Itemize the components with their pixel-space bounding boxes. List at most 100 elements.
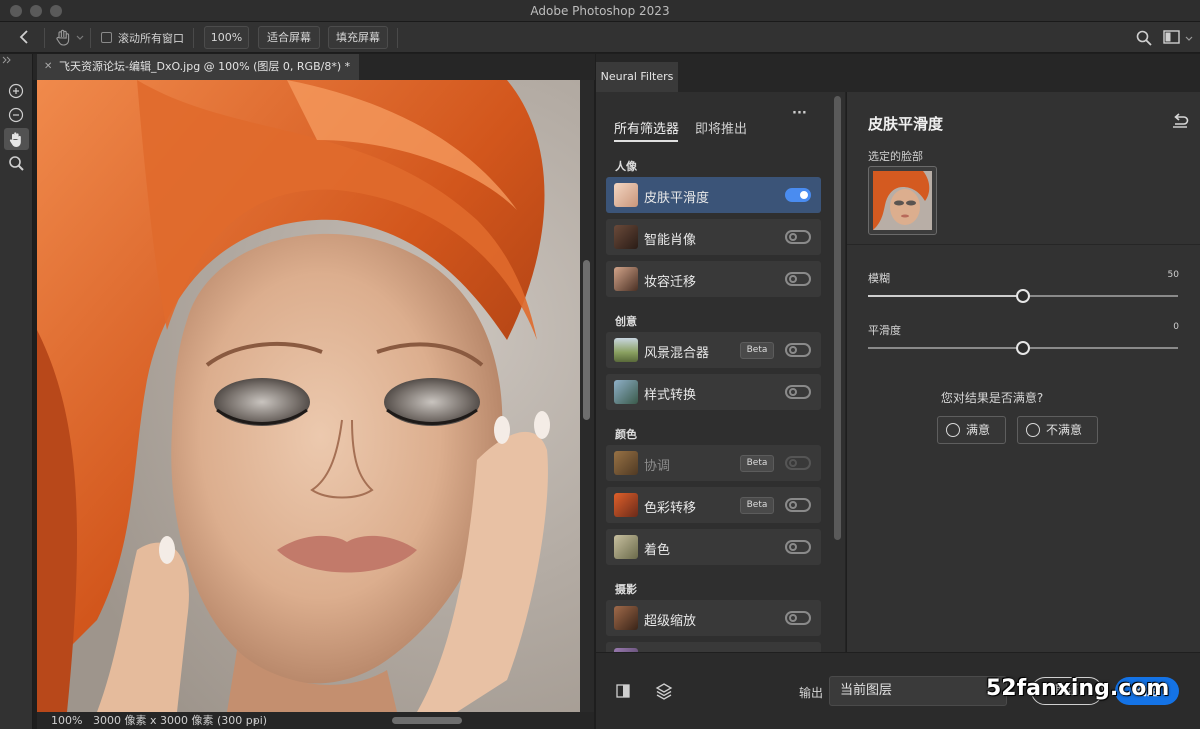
- search-icon[interactable]: [1136, 30, 1152, 46]
- filter-style-transfer[interactable]: 样式转换: [606, 374, 821, 410]
- fill-screen-button[interactable]: 填充屏幕: [328, 26, 388, 49]
- filter-harmonization[interactable]: 协调 Beta: [606, 445, 821, 481]
- hand-tool-icon[interactable]: [55, 29, 71, 46]
- filter-name: 智能肖像: [644, 233, 697, 248]
- landscape-mixer-toggle[interactable]: [785, 343, 811, 357]
- section-color: 颜色: [615, 428, 637, 441]
- filter-colorize[interactable]: 着色: [606, 529, 821, 565]
- document-tab-title: 飞天资源论坛-编辑_DxO.jpg @ 100% (图层 0, RGB/8*) …: [59, 60, 351, 73]
- feedback-question: 您对结果是否满意?: [940, 391, 1044, 405]
- canvas-vertical-scrollbar[interactable]: [580, 80, 594, 712]
- window-title: Adobe Photoshop 2023: [530, 4, 670, 18]
- section-portrait: 人像: [615, 160, 637, 173]
- filter-landscape-mixer[interactable]: 风景混合器 Beta: [606, 332, 821, 368]
- smoothness-value: 0: [1173, 322, 1179, 332]
- filter-smart-portrait[interactable]: 智能肖像: [606, 219, 821, 255]
- panel-top-strip: [596, 54, 1200, 62]
- zoom-out-tool[interactable]: [4, 104, 29, 126]
- filter-name: 妆容迁移: [644, 275, 697, 290]
- filter-title: 皮肤平滑度: [868, 115, 944, 133]
- super-zoom-thumbnail: [614, 606, 638, 630]
- beta-badge: Beta: [740, 497, 774, 514]
- close-document-icon[interactable]: ✕: [44, 54, 52, 80]
- zoom-100-button[interactable]: 100%: [204, 26, 249, 49]
- magnifier-icon: [9, 156, 24, 171]
- super-zoom-toggle[interactable]: [785, 611, 811, 625]
- filter-name: 样式转换: [644, 388, 697, 403]
- style-transfer-toggle[interactable]: [785, 385, 811, 399]
- preview-compare-icon[interactable]: [615, 683, 631, 699]
- workspace-icon[interactable]: [1163, 30, 1181, 45]
- reset-icon[interactable]: [1171, 113, 1189, 129]
- document-tab[interactable]: ✕ 飞天资源论坛-编辑_DxO.jpg @ 100% (图层 0, RGB/8*…: [37, 54, 359, 80]
- unsatisfied-button[interactable]: 不满意: [1017, 416, 1098, 444]
- watermark-text: 52fanxing.com: [986, 676, 1170, 701]
- filter-skin-smoothing[interactable]: 皮肤平滑度: [606, 177, 821, 213]
- more-options-icon[interactable]: ···: [792, 106, 807, 121]
- skin-smoothing-toggle[interactable]: [785, 188, 811, 202]
- filter-name: 超级缩放: [644, 614, 697, 629]
- harmonization-toggle[interactable]: [785, 456, 811, 470]
- satisfied-label: 满意: [966, 423, 991, 437]
- smoothness-knob[interactable]: [1016, 341, 1030, 355]
- beta-badge: Beta: [740, 455, 774, 472]
- filter-color-transfer[interactable]: 色彩转移 Beta: [606, 487, 821, 523]
- layers-icon[interactable]: [655, 682, 673, 700]
- status-bar: 100% 3000 像素 x 3000 像素 (300 ppi) ›: [37, 712, 594, 729]
- colorize-toggle[interactable]: [785, 540, 811, 554]
- colorize-thumbnail: [614, 535, 638, 559]
- filter-super-zoom[interactable]: 超级缩放: [606, 600, 821, 636]
- blur-knob[interactable]: [1016, 289, 1030, 303]
- tools-panel: [0, 54, 33, 729]
- collapse-toolbar-icon[interactable]: [2, 56, 12, 64]
- filter-list-scrollbar[interactable]: [834, 96, 841, 540]
- section-creative: 创意: [615, 315, 637, 328]
- zoom-in-icon: [8, 83, 24, 99]
- workspace-chevron-icon[interactable]: [1185, 36, 1193, 42]
- image-canvas[interactable]: [37, 80, 580, 712]
- scrollbar-thumb[interactable]: [583, 260, 590, 420]
- unsatisfied-label: 不满意: [1046, 423, 1083, 437]
- fit-screen-button[interactable]: 适合屏幕: [258, 26, 320, 49]
- back-icon[interactable]: [18, 30, 30, 44]
- status-zoom[interactable]: 100%: [51, 712, 82, 729]
- filter-name: 风景混合器: [644, 346, 710, 361]
- smoothness-label: 平滑度: [868, 324, 901, 337]
- face-thumbnail-image: [873, 171, 932, 230]
- selected-face-label: 选定的脸部: [868, 150, 923, 163]
- beta-badge: Beta: [740, 342, 774, 359]
- zoom-out-icon: [8, 107, 24, 123]
- filter-name: 色彩转移: [644, 501, 697, 516]
- horizontal-scrollbar-thumb[interactable]: [392, 717, 462, 724]
- filter-name: 着色: [644, 543, 671, 558]
- scroll-all-windows-checkbox[interactable]: [101, 32, 112, 43]
- filter-next-partial[interactable]: [606, 642, 821, 652]
- divider: [847, 244, 1200, 245]
- color-transfer-toggle[interactable]: [785, 498, 811, 512]
- satisfied-button[interactable]: 满意: [937, 416, 1006, 444]
- section-photography: 摄影: [615, 583, 637, 596]
- neural-filters-tab[interactable]: Neural Filters: [596, 62, 678, 92]
- selected-face-thumbnail[interactable]: [868, 166, 937, 235]
- filter-makeup-transfer[interactable]: 妆容迁移: [606, 261, 821, 297]
- portrait-image: [37, 80, 580, 712]
- smiley-icon: [946, 423, 960, 437]
- makeup-transfer-toggle[interactable]: [785, 272, 811, 286]
- blur-fill: [868, 295, 1023, 297]
- landscape-mixer-thumbnail: [614, 338, 638, 362]
- status-menu-arrow[interactable]: ›: [253, 712, 257, 729]
- frown-icon: [1026, 423, 1040, 437]
- smart-portrait-toggle[interactable]: [785, 230, 811, 244]
- chevron-down-icon[interactable]: [76, 35, 84, 41]
- makeup-transfer-thumbnail: [614, 267, 638, 291]
- tab-upcoming[interactable]: 即将推出: [695, 118, 747, 137]
- filter-name: 协调: [644, 459, 671, 474]
- options-bar: 滚动所有窗口 100% 适合屏幕 填充屏幕: [0, 22, 1200, 53]
- zoom-in-tool[interactable]: [4, 80, 29, 102]
- status-dimensions: 3000 像素 x 3000 像素 (300 ppi): [93, 714, 268, 727]
- zoom-tool[interactable]: [4, 152, 29, 174]
- output-select[interactable]: 当前图层: [829, 676, 1007, 706]
- title-bar: Adobe Photoshop 2023: [0, 0, 1200, 22]
- hand-tool[interactable]: [4, 128, 29, 150]
- tab-all-filters[interactable]: 所有筛选器: [614, 118, 679, 137]
